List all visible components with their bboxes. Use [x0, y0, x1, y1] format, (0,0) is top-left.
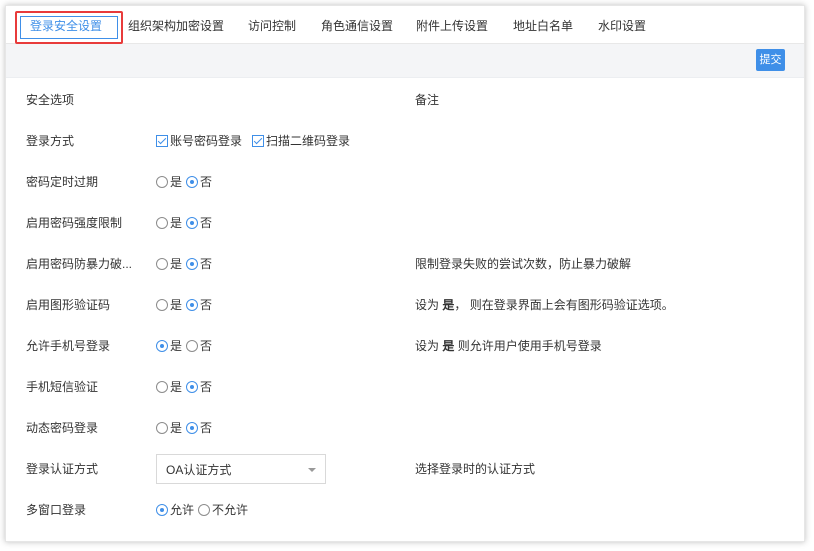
- setting-label: 启用密码强度限制: [26, 216, 123, 230]
- setting-row: 动态密码登录 是 否: [6, 418, 804, 438]
- setting-label: 动态密码登录: [26, 421, 99, 435]
- tab-login-security[interactable]: 登录安全设置: [30, 16, 102, 36]
- tab-org-encryption[interactable]: 组织架构加密设置: [128, 16, 224, 36]
- tab-address-whitelist[interactable]: 地址白名单: [513, 16, 573, 36]
- radio-no[interactable]: 否: [186, 213, 212, 233]
- setting-row: 手机短信验证 是 否: [6, 377, 804, 397]
- multi-window-label: 多窗口登录: [26, 503, 87, 517]
- radio-selected-icon: [186, 176, 199, 188]
- radio-yes[interactable]: 是: [156, 336, 182, 356]
- radio-selected-icon: [186, 381, 199, 393]
- tab-watermark[interactable]: 水印设置: [598, 16, 646, 36]
- radio-yes[interactable]: 是: [156, 377, 182, 397]
- login-methods-row: 登录方式 账号密码登录 扫描二维码登录: [6, 131, 804, 151]
- login-methods-label: 登录方式: [26, 134, 75, 148]
- radio-icon: [156, 217, 168, 229]
- caret-down-icon: [308, 468, 316, 472]
- radio-icon: [156, 381, 168, 393]
- radio-deny[interactable]: 不允许: [198, 500, 248, 520]
- radio-selected-icon: [156, 504, 168, 516]
- radio-allow[interactable]: 允许: [156, 500, 194, 520]
- radio-no[interactable]: 否: [186, 377, 212, 397]
- setting-row: 启用密码强度限制 是 否: [6, 213, 804, 233]
- setting-label: 启用图形验证码: [26, 298, 111, 312]
- radio-icon: [186, 340, 199, 352]
- radio-no[interactable]: 否: [186, 254, 212, 274]
- radio-selected-icon: [186, 299, 199, 311]
- radio-no[interactable]: 否: [186, 172, 212, 192]
- setting-note: 设为 是 则允许用户使用手机号登录: [415, 339, 602, 353]
- radio-no[interactable]: 否: [186, 418, 212, 438]
- radio-icon: [156, 422, 168, 434]
- setting-note: 限制登录失败的尝试次数，防止暴力破解: [415, 257, 632, 271]
- radio-selected-icon: [156, 340, 168, 352]
- tab-role-communication[interactable]: 角色通信设置: [321, 16, 393, 36]
- setting-label: 允许手机号登录: [26, 339, 111, 353]
- auth-method-label: 登录认证方式: [26, 462, 99, 476]
- tab-bar: 登录安全设置 组织架构加密设置 访问控制 角色通信设置 附件上传设置 地址白名单…: [6, 6, 804, 44]
- setting-row: 启用图形验证码 是 否 设为 是， 则在登录界面上会有图形码验证选项。: [6, 295, 804, 315]
- setting-label: 手机短信验证: [26, 380, 99, 394]
- tab-attachment-upload[interactable]: 附件上传设置: [416, 16, 488, 36]
- tab-access-control[interactable]: 访问控制: [248, 16, 296, 36]
- radio-no[interactable]: 否: [186, 336, 212, 356]
- setting-note: 设为 是， 则在登录界面上会有图形码验证选项。: [415, 298, 674, 312]
- options-header: 安全选项: [26, 93, 75, 107]
- settings-panel: 登录安全设置 组织架构加密设置 访问控制 角色通信设置 附件上传设置 地址白名单…: [5, 5, 805, 542]
- radio-icon: [156, 176, 168, 188]
- radio-icon: [198, 504, 211, 516]
- multi-window-row: 多窗口登录 允许 不允许: [6, 500, 804, 520]
- toolbar: 提交: [6, 44, 804, 78]
- radio-icon: [156, 258, 168, 270]
- radio-selected-icon: [186, 217, 199, 229]
- setting-row: 允许手机号登录 是 否 设为 是 则允许用户使用手机号登录: [6, 336, 804, 356]
- setting-row: 密码定时过期 是 否: [6, 172, 804, 192]
- auth-method-note: 选择登录时的认证方式: [415, 462, 536, 476]
- checkbox-qrcode-login[interactable]: 扫描二维码登录: [252, 131, 350, 151]
- setting-row: 启用密码防暴力破... 是 否 限制登录失败的尝试次数，防止暴力破解: [6, 254, 804, 274]
- radio-yes[interactable]: 是: [156, 295, 182, 315]
- auth-method-row: 登录认证方式 OA认证方式 选择登录时的认证方式: [6, 454, 804, 484]
- auth-method-value: OA认证方式: [166, 463, 232, 477]
- radio-no[interactable]: 否: [186, 295, 212, 315]
- header-row: 安全选项 备注: [6, 90, 804, 110]
- radio-icon: [156, 299, 168, 311]
- auth-method-select[interactable]: OA认证方式: [156, 454, 326, 484]
- radio-selected-icon: [186, 422, 199, 434]
- radio-yes[interactable]: 是: [156, 418, 182, 438]
- checkbox-checked-icon: [252, 135, 265, 147]
- notes-header: 备注: [415, 93, 440, 107]
- setting-label: 启用密码防暴力破...: [26, 257, 133, 271]
- radio-yes[interactable]: 是: [156, 172, 182, 192]
- radio-selected-icon: [186, 258, 199, 270]
- radio-yes[interactable]: 是: [156, 254, 182, 274]
- checkbox-checked-icon: [156, 135, 168, 147]
- checkbox-password-login[interactable]: 账号密码登录: [156, 131, 242, 151]
- submit-button[interactable]: 提交: [756, 49, 785, 71]
- setting-label: 密码定时过期: [26, 175, 99, 189]
- radio-yes[interactable]: 是: [156, 213, 182, 233]
